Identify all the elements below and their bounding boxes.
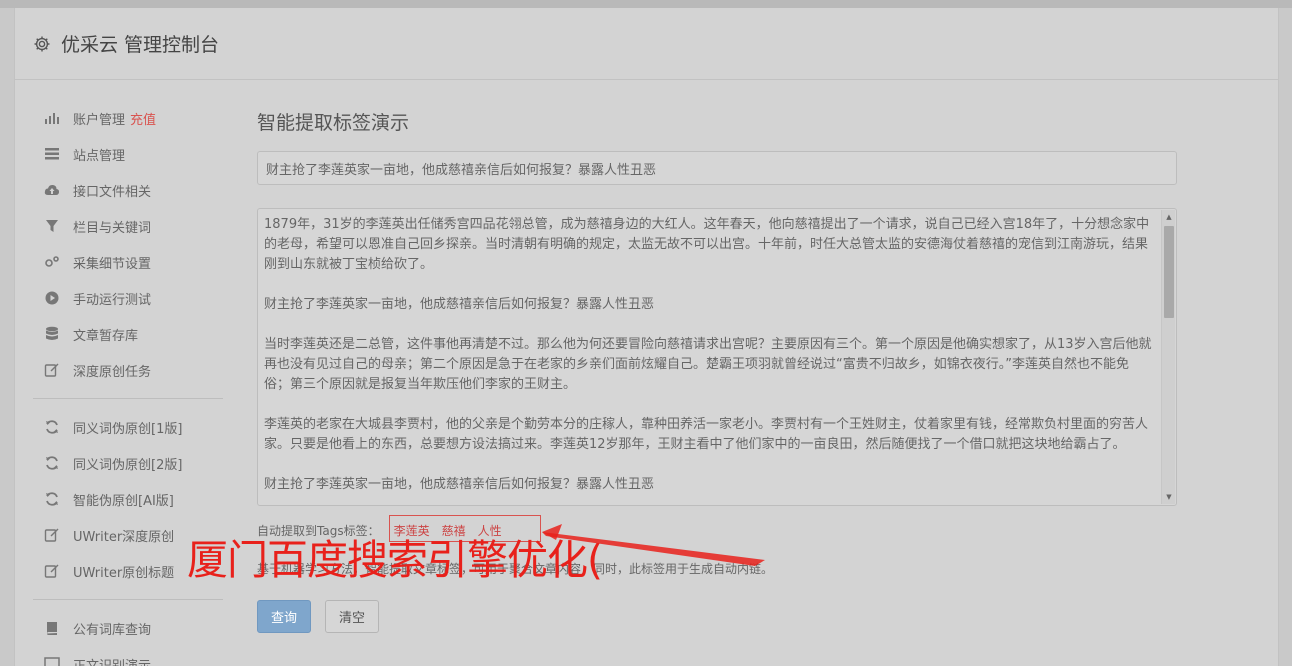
sidebar-item-label: 正文识别演示 <box>73 658 152 666</box>
sidebar-item[interactable]: 账户管理 充值 <box>33 100 225 136</box>
article-paragraph: 当时李莲英还是二总管，这件事他再清楚不过。那么他为何还要冒险向慈禧请求出宫呢？主… <box>264 337 1152 392</box>
edit-icon <box>43 527 61 543</box>
sidebar-item[interactable]: 站点管理 <box>33 136 225 172</box>
sidebar-item-label: 同义词伪原创[1版] <box>73 421 183 437</box>
book-icon <box>43 620 61 636</box>
refresh-icon <box>43 455 61 471</box>
sidebar-item-label: UWriter深度原创 <box>73 529 175 545</box>
sidebar-item-label: 栏目与关键词 <box>73 220 152 236</box>
play-circle-icon <box>43 290 61 306</box>
sidebar-item[interactable]: 同义词伪原创[2版] <box>33 445 225 481</box>
article-paragraph: 财主抢了李莲英家一亩地，他成慈禧亲信后如何报复？暴露人性丑恶 <box>264 297 655 312</box>
cogs-icon <box>43 254 61 270</box>
sidebar-item[interactable]: 正文识别演示 <box>33 646 225 666</box>
sidebar-item[interactable]: 智能伪原创[AI版] <box>33 481 225 517</box>
sidebar-item-label: 深度原创任务 <box>73 364 152 380</box>
sidebar-item-label: 公有词库查询 <box>73 622 152 638</box>
sidebar-divider <box>33 599 223 600</box>
sidebar-item-label: 采集细节设置 <box>73 256 152 272</box>
article-text: 1879年，31岁的李莲英出任储秀宫四品花翎总管，成为慈禧身边的大红人。这年春天… <box>264 215 1154 505</box>
query-button[interactable]: 查询 <box>257 600 311 633</box>
scroll-thumb[interactable] <box>1164 226 1174 318</box>
list-icon <box>43 146 61 162</box>
bar-chart-icon <box>43 110 61 126</box>
edit-icon <box>43 563 61 579</box>
article-paragraph: 李莲英的老家在大城县李贾村，他的父亲是个勤劳本分的庄稼人，靠种田养活一家老小。李… <box>264 417 1149 452</box>
database-icon <box>43 326 61 342</box>
page-title: 智能提取标签演示 <box>257 112 410 134</box>
sidebar-item-label: 接口文件相关 <box>73 184 152 200</box>
gear-icon <box>33 35 51 53</box>
refresh-icon <box>43 491 61 507</box>
sidebar-item[interactable]: 公有词库查询 <box>33 610 225 646</box>
sidebar-item-label: 文章暂存库 <box>73 328 139 344</box>
app-title: 优采云 管理控制台 <box>61 34 220 56</box>
panel-header: 优采云 管理控制台 <box>15 8 1278 80</box>
sidebar-item[interactable]: 接口文件相关 <box>33 172 225 208</box>
monitor-icon <box>43 656 61 666</box>
watermark-overlay-text: 厦门百度搜索引擎优化( <box>187 536 603 584</box>
sidebar-item[interactable]: 文章暂存库 <box>33 316 225 352</box>
sidebar-item-label: UWriter原创标题 <box>73 565 175 581</box>
sidebar-item-label: 站点管理 <box>73 148 126 164</box>
cloud-upload-icon <box>43 182 61 198</box>
article-paragraph: 1879年，31岁的李莲英出任储秀宫四品花翎总管，成为慈禧身边的大红人。这年春天… <box>264 217 1150 272</box>
sidebar-item-label: 手动运行测试 <box>73 292 152 308</box>
article-paragraph: 财主抢了李莲英家一亩地，他成慈禧亲信后如何报复？暴露人性丑恶 <box>264 477 655 492</box>
sidebar-item-label: 同义词伪原创[2版] <box>73 457 183 473</box>
scroll-up-arrow-icon[interactable]: ▲ <box>1162 210 1176 224</box>
sidebar-item-label: 智能伪原创[AI版] <box>73 493 174 509</box>
sidebar-item[interactable]: 栏目与关键词 <box>33 208 225 244</box>
top-strip <box>0 0 1292 8</box>
sidebar-item[interactable]: 同义词伪原创[1版] <box>33 409 225 445</box>
sidebar-item[interactable]: 采集细节设置 <box>33 244 225 280</box>
sidebar-divider <box>33 398 223 399</box>
title-input[interactable]: 财主抢了李莲英家一亩地，他成慈禧亲信后如何报复？暴露人性丑恶 <box>257 151 1177 185</box>
filter-icon <box>43 218 61 234</box>
main-content: 智能提取标签演示 财主抢了李莲英家一亩地，他成慈禧亲信后如何报复？暴露人性丑恶 … <box>257 108 1179 633</box>
scroll-down-arrow-icon[interactable]: ▼ <box>1162 490 1176 504</box>
refresh-icon <box>43 419 61 435</box>
article-textarea[interactable]: 1879年，31岁的李莲英出任储秀宫四品花翎总管，成为慈禧身边的大红人。这年春天… <box>257 208 1177 506</box>
edit-icon <box>43 362 61 378</box>
clear-button[interactable]: 清空 <box>325 600 379 633</box>
textarea-scrollbar[interactable]: ▲ ▼ <box>1161 210 1175 504</box>
sidebar-item[interactable]: 深度原创任务 <box>33 352 225 388</box>
sidebar-item-label: 账户管理 <box>73 112 126 128</box>
recharge-link[interactable]: 充值 <box>130 109 156 128</box>
sidebar-item[interactable]: 手动运行测试 <box>33 280 225 316</box>
